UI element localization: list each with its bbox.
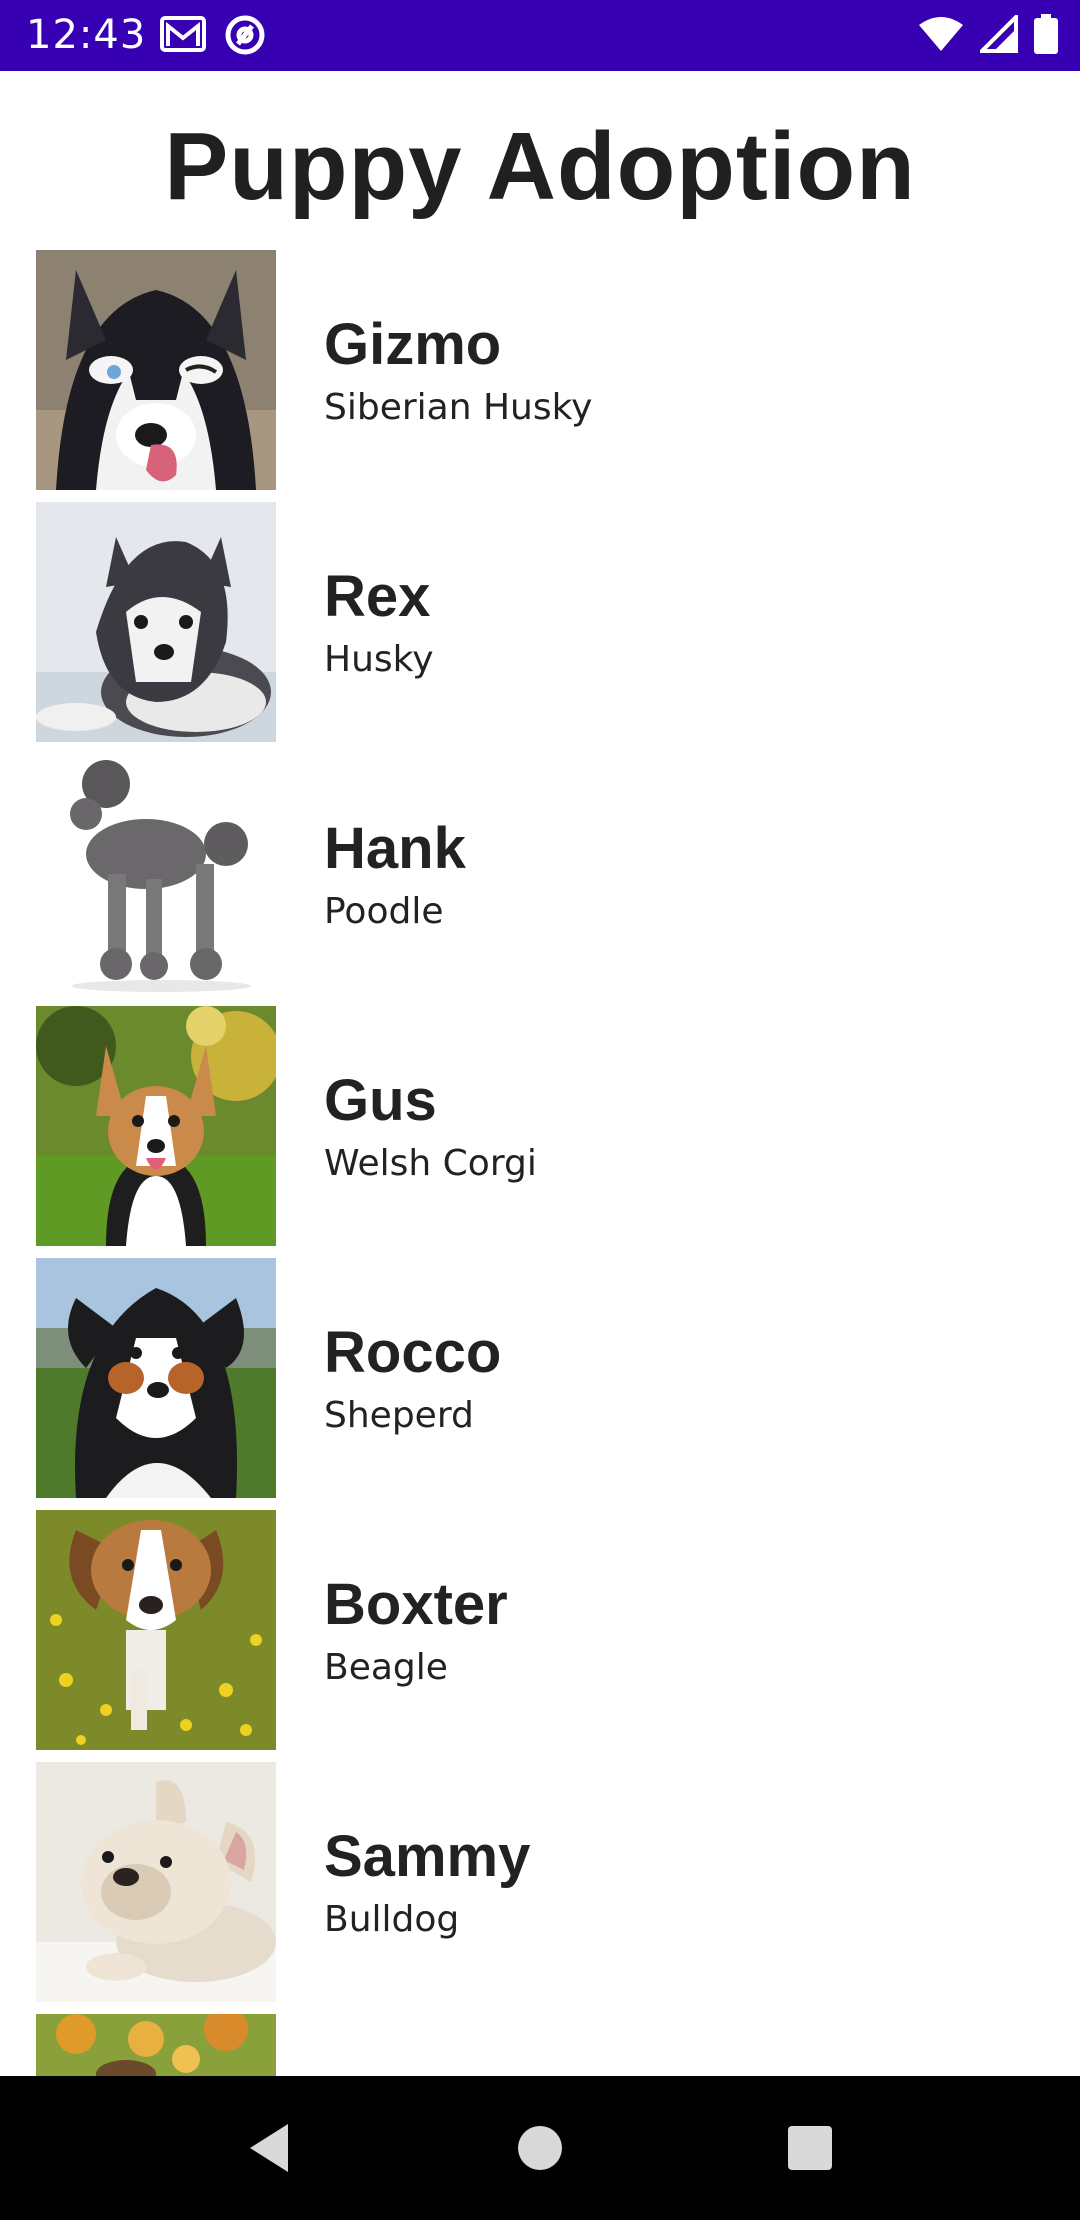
recents-icon (778, 2126, 842, 2184)
dog-photo (36, 1006, 276, 1246)
dog-name: Rex (324, 564, 431, 629)
dog-photo (36, 1762, 276, 2002)
gmail-icon (160, 14, 206, 56)
dog-photo (36, 2014, 276, 2076)
system-status-icons (918, 14, 1058, 54)
screen: 12:43 Puppy Adoption Gizmo Siberian Husk… (0, 0, 1080, 2220)
dog-name: Sammy (324, 1824, 531, 1889)
dog-list-item[interactable]: Boxter Beagle (36, 1510, 1056, 1750)
page-title: Puppy Adoption (164, 113, 916, 220)
dog-breed: Bulldog (324, 1899, 460, 1940)
dog-photo (36, 1510, 276, 1750)
dog-breed: Siberian Husky (324, 387, 593, 428)
dog-list-item[interactable]: Rex Husky (36, 502, 1056, 742)
at-sign-icon (224, 14, 266, 56)
recents-button[interactable] (778, 2116, 842, 2180)
status-time: 12:43 (26, 12, 147, 58)
dog-list[interactable]: Gizmo Siberian Husky Rex Husky Hank Pood… (0, 250, 1080, 2076)
battery-icon (1034, 14, 1058, 54)
navigation-bar (0, 2076, 1080, 2220)
notification-icons (160, 14, 266, 56)
dog-photo (36, 1258, 276, 1498)
dog-photo (36, 754, 276, 994)
dog-breed: Beagle (324, 1647, 448, 1688)
dog-list-item[interactable]: Gus Welsh Corgi (36, 1006, 1056, 1246)
cellular-signal-icon (980, 15, 1018, 53)
dog-list-item[interactable]: Sammy Bulldog (36, 1762, 1056, 2002)
dog-list-item[interactable]: Rocco Sheperd (36, 1258, 1056, 1498)
dog-photo (36, 502, 276, 742)
dog-name: Rocco (324, 1320, 502, 1385)
back-button[interactable] (236, 2116, 300, 2180)
dog-breed: Poodle (324, 891, 444, 932)
dog-name: Gizmo (324, 312, 502, 377)
dog-list-item[interactable]: Hank Poodle (36, 754, 1056, 994)
dog-name: Hank (324, 816, 466, 881)
dog-breed: Sheperd (324, 1395, 474, 1436)
dog-breed: Husky (324, 639, 434, 680)
back-icon (236, 2124, 300, 2184)
status-bar: 12:43 (0, 0, 1080, 71)
dog-breed: Welsh Corgi (324, 1143, 537, 1184)
dog-list-item[interactable] (36, 2014, 1056, 2076)
dog-list-item[interactable]: Gizmo Siberian Husky (36, 250, 1056, 490)
wifi-icon (918, 15, 964, 53)
dog-name: Gus (324, 1068, 437, 1133)
home-button[interactable] (508, 2116, 572, 2180)
dog-photo (36, 250, 276, 490)
dog-name: Boxter (324, 1572, 508, 1637)
home-icon (508, 2126, 572, 2184)
